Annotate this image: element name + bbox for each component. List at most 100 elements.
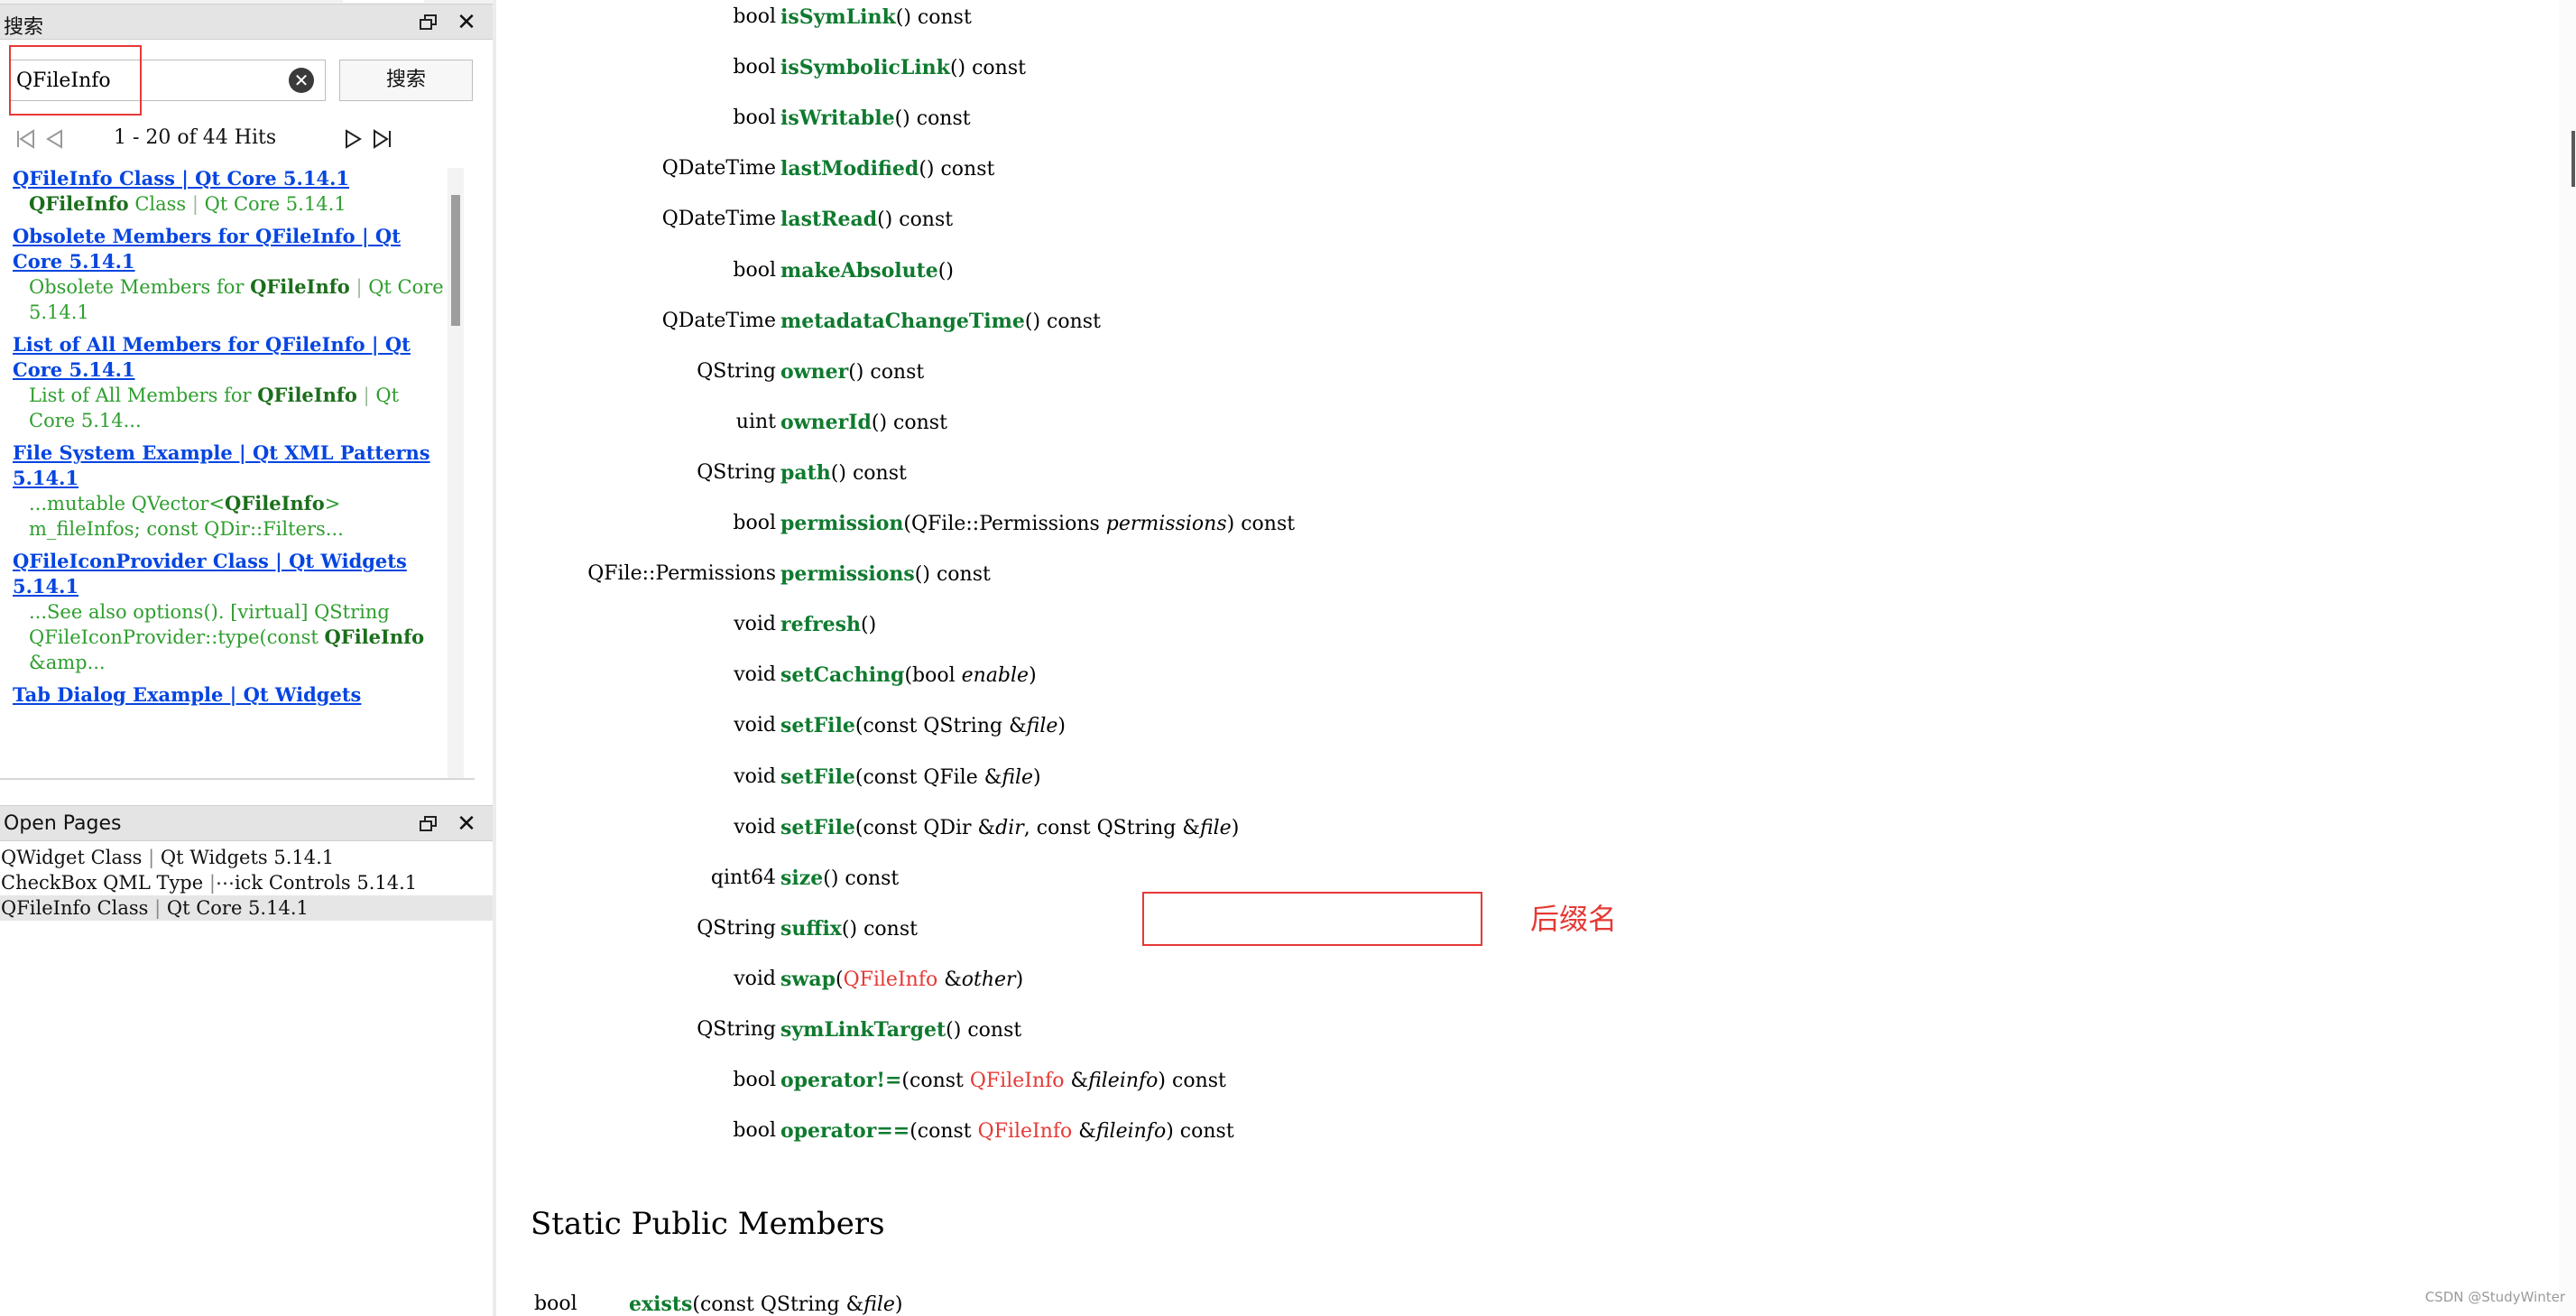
member-const-qualifier: const xyxy=(1234,513,1296,535)
member-return-type: bool xyxy=(534,1293,577,1315)
open-page-label: CheckBox QML Type xyxy=(1,872,204,894)
result-link[interactable]: Obsolete Members for QFileInfo | Qt Core… xyxy=(13,224,446,274)
member-function-link[interactable]: symLinkTarget xyxy=(780,1018,946,1042)
member-signature: ownerId() const xyxy=(780,407,947,439)
member-return-type: bool xyxy=(733,1119,776,1143)
panel-splitter[interactable] xyxy=(493,0,496,1316)
search-button[interactable]: 搜索 xyxy=(339,60,473,101)
member-args: () xyxy=(877,209,893,232)
member-args: () xyxy=(1024,310,1041,333)
member-function-link[interactable]: setCaching xyxy=(780,663,904,687)
member-args: () xyxy=(949,57,966,80)
member-const-qualifier: const xyxy=(929,563,991,587)
float-icon[interactable] xyxy=(417,12,440,33)
member-return-type: qint64 xyxy=(710,866,776,889)
member-function-link[interactable]: permission xyxy=(780,512,903,535)
first-page-icon[interactable] xyxy=(14,128,36,150)
result-snippet: Obsolete Members for QFileInfo | Qt Core… xyxy=(29,275,444,323)
member-row: QDateTime lastRead() const xyxy=(498,204,1761,240)
member-row: bool operator==(const QFileInfo &fileinfo… xyxy=(498,1116,1761,1152)
member-function-link[interactable]: lastRead xyxy=(780,208,877,231)
doc-scrollbar-thumb[interactable] xyxy=(2571,131,2575,187)
member-function-link[interactable]: isSymbolicLink xyxy=(780,56,950,79)
member-signature: isWritable() const xyxy=(780,103,971,134)
member-return-type: bool xyxy=(733,512,776,534)
results-scrollbar-thumb[interactable] xyxy=(451,195,460,326)
member-function-link[interactable]: operator!= xyxy=(780,1069,901,1092)
member-return-type: bool xyxy=(733,107,776,130)
separator: | xyxy=(208,872,216,894)
float-icon[interactable] xyxy=(417,813,440,835)
suffix-annotation-box xyxy=(1142,892,1482,946)
member-row: void swap(QFileInfo &other) xyxy=(498,964,1761,1000)
member-return-type: void xyxy=(734,663,776,687)
member-args: () xyxy=(946,1019,962,1042)
search-annotation-box xyxy=(9,45,142,116)
member-function-link[interactable]: swap xyxy=(780,968,836,991)
results-scrollbar[interactable] xyxy=(448,168,464,778)
member-return-type: QDateTime xyxy=(661,208,776,231)
member-signature: swap(QFileInfo &other) xyxy=(780,964,1023,996)
clear-icon[interactable]: ✕ xyxy=(289,68,314,93)
member-signature: operator==(const QFileInfo &fileinfo) co… xyxy=(780,1116,1234,1147)
results-pager: 1 - 20 of 44 Hits xyxy=(14,125,402,155)
member-function-link[interactable]: refresh xyxy=(780,613,861,636)
open-page-label: QWidget Class xyxy=(1,847,143,868)
open-page-item[interactable]: QWidget Class | Qt Widgets 5.14.1 xyxy=(0,845,493,870)
member-row: bool makeAbsolute() xyxy=(498,255,1761,292)
static-member-row: bool exists(const QString &file) xyxy=(534,1293,903,1316)
member-function-link[interactable]: ownerId xyxy=(780,411,872,434)
open-pages-titlebar: Open Pages ✕ xyxy=(0,805,493,841)
member-args: () xyxy=(841,917,858,941)
open-page-item[interactable]: CheckBox QML Type |⋯ick Controls 5.14.1 xyxy=(0,870,493,895)
prev-page-icon[interactable] xyxy=(43,128,65,150)
results-divider xyxy=(0,778,475,780)
separator: | xyxy=(154,897,162,919)
member-function-link[interactable]: isWritable xyxy=(780,107,895,130)
result-link[interactable]: File System Example | Qt XML Patterns 5.… xyxy=(13,440,446,491)
next-page-icon[interactable] xyxy=(343,128,365,150)
member-const-qualifier: const xyxy=(845,461,907,485)
open-page-item-selected[interactable]: QFileInfo Class | Qt Core 5.14.1 xyxy=(0,895,493,921)
member-const-qualifier: const xyxy=(961,1019,1022,1042)
open-page-sub: ⋯ick Controls 5.14.1 xyxy=(215,872,418,894)
member-args: () xyxy=(919,158,935,181)
member-function-link[interactable]: setFile xyxy=(780,816,855,839)
member-function-link[interactable]: permissions xyxy=(780,562,915,586)
member-return-type: bool xyxy=(733,5,776,28)
last-page-icon[interactable] xyxy=(372,128,393,150)
member-function-link[interactable]: operator== xyxy=(780,1119,909,1143)
member-const-qualifier: const xyxy=(934,158,995,181)
member-function-link[interactable]: exists xyxy=(629,1293,692,1316)
member-function-link[interactable]: lastModified xyxy=(780,157,919,181)
search-result: File System Example | Qt XML Patterns 5.… xyxy=(13,440,446,542)
member-function-link[interactable]: size xyxy=(780,867,823,890)
result-snippet: ...mutable QVector<QFileInfo> m_fileInfo… xyxy=(29,492,344,540)
result-link[interactable]: QFileIconProvider Class | Qt Widgets 5.1… xyxy=(13,549,446,599)
close-icon[interactable]: ✕ xyxy=(455,812,478,836)
member-const-qualifier: const xyxy=(892,209,954,232)
result-link[interactable]: QFileInfo Class | Qt Core 5.14.1 xyxy=(13,166,446,191)
member-row: bool permission(QFile::Permissions permis… xyxy=(498,508,1761,544)
member-const-qualifier: const xyxy=(1040,310,1101,333)
result-link[interactable]: Tab Dialog Example | Qt Widgets xyxy=(13,682,446,708)
member-function-link[interactable]: path xyxy=(780,461,831,485)
member-return-type: void xyxy=(734,815,776,839)
member-function-link[interactable]: setFile xyxy=(780,714,855,737)
member-function-link[interactable]: setFile xyxy=(780,765,855,789)
doc-scrollbar[interactable] xyxy=(2559,0,2576,1316)
member-function-link[interactable]: isSymLink xyxy=(780,5,896,29)
member-const-qualifier: const xyxy=(857,917,918,941)
member-function-link[interactable]: suffix xyxy=(780,917,842,941)
close-icon[interactable]: ✕ xyxy=(455,11,478,34)
member-function-link[interactable]: owner xyxy=(780,360,848,384)
result-link[interactable]: List of All Members for QFileInfo | Qt C… xyxy=(13,332,446,383)
member-const-qualifier: const xyxy=(863,360,925,384)
member-const-qualifier: const xyxy=(910,6,972,29)
member-function-link[interactable]: metadataChangeTime xyxy=(780,310,1025,333)
member-args: (const QFileInfo &fileinfo) xyxy=(901,1070,1167,1093)
member-row: uint ownerId() const xyxy=(498,407,1761,443)
member-return-type: QString xyxy=(697,1018,776,1041)
search-result: Tab Dialog Example | Qt Widgets xyxy=(13,682,446,708)
member-function-link[interactable]: makeAbsolute xyxy=(780,259,938,283)
